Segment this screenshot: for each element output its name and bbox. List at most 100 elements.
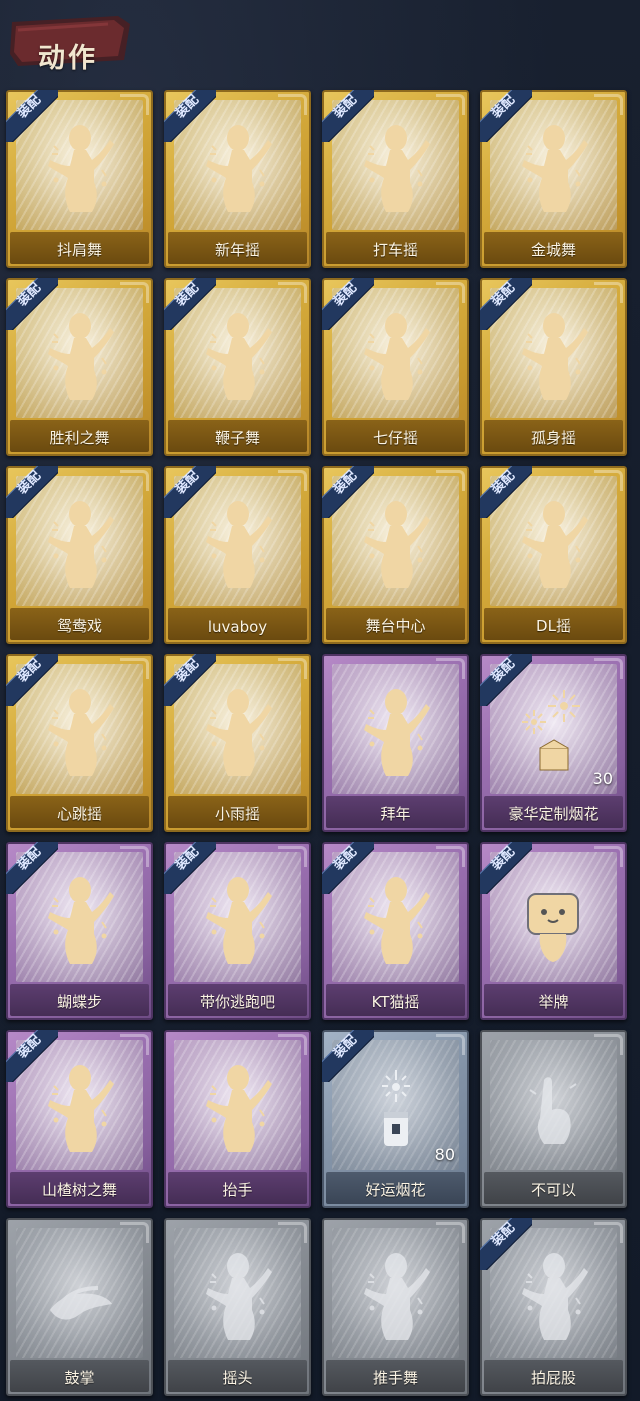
action-card-19[interactable]: KT猫摇 装配 xyxy=(322,842,469,1020)
action-card-6[interactable]: 鞭子舞 装配 xyxy=(164,278,311,456)
action-card-25[interactable]: 鼓掌 xyxy=(6,1218,153,1396)
equipped-badge: 装配 xyxy=(6,278,58,330)
action-card-28[interactable]: 拍屁股 装配 xyxy=(480,1218,627,1396)
action-name: 鞭子舞 xyxy=(214,429,260,447)
action-card-23[interactable]: 80 好运烟花 装配 xyxy=(322,1030,469,1208)
equipped-badge: 装配 xyxy=(164,278,216,330)
card-corner-ornament xyxy=(436,1034,465,1055)
equipped-badge: 装配 xyxy=(6,90,58,142)
action-name: 拜年 xyxy=(380,805,411,823)
action-card-1[interactable]: 抖肩舞 装配 xyxy=(6,90,153,268)
card-corner-ornament xyxy=(120,846,149,867)
card-corner-ornament xyxy=(120,1222,149,1243)
action-name: 好运烟花 xyxy=(365,1181,426,1199)
card-corner-ornament xyxy=(120,282,149,303)
equipped-badge: 装配 xyxy=(480,466,532,518)
equipped-badge: 装配 xyxy=(480,90,532,142)
card-corner-ornament xyxy=(120,470,149,491)
card-corner-ornament xyxy=(278,282,307,303)
action-card-8[interactable]: 孤身摇 装配 xyxy=(480,278,627,456)
header: 动作 xyxy=(0,0,640,80)
raise-hand-figure-icon xyxy=(198,1060,276,1160)
card-corner-ornament xyxy=(278,1222,307,1243)
action-card-2[interactable]: 新年摇 装配 xyxy=(164,90,311,268)
action-name: 鸳鸯戏 xyxy=(56,617,102,635)
card-corner-ornament xyxy=(436,94,465,115)
action-card-5[interactable]: 胜利之舞 装配 xyxy=(6,278,153,456)
card-corner-ornament xyxy=(594,658,623,679)
equipped-badge: 装配 xyxy=(322,1030,374,1082)
action-card-12[interactable]: DL摇 装配 xyxy=(480,466,627,644)
action-name: 抖肩舞 xyxy=(56,241,102,259)
card-corner-ornament xyxy=(278,94,307,115)
action-name: 鼓掌 xyxy=(64,1369,95,1387)
equipped-badge: 装配 xyxy=(322,278,374,330)
equipped-badge: 装配 xyxy=(322,466,374,518)
action-name: 推手舞 xyxy=(372,1369,418,1387)
action-name: 抬手 xyxy=(222,1181,253,1199)
item-count: 30 xyxy=(592,769,613,788)
action-name: luvaboy xyxy=(207,618,268,636)
equipped-badge: 装配 xyxy=(322,842,374,894)
action-name: 新年摇 xyxy=(214,241,260,259)
action-card-3[interactable]: 打车摇 装配 xyxy=(322,90,469,268)
action-card-27[interactable]: 推手舞 xyxy=(322,1218,469,1396)
action-card-13[interactable]: 心跳摇 装配 xyxy=(6,654,153,832)
equipped-badge: 装配 xyxy=(6,1030,58,1082)
card-corner-ornament xyxy=(594,1222,623,1243)
action-name: 金城舞 xyxy=(530,241,576,259)
item-count: 80 xyxy=(434,1145,455,1164)
shake-head-figure-icon xyxy=(198,1248,276,1348)
action-name: 山楂树之舞 xyxy=(41,1181,117,1199)
action-name: 摇头 xyxy=(222,1369,253,1387)
action-name: 小雨摇 xyxy=(214,805,260,823)
equipped-badge: 装配 xyxy=(164,90,216,142)
equipped-badge: 装配 xyxy=(480,654,532,706)
action-name: 豪华定制烟花 xyxy=(508,805,599,823)
action-card-9[interactable]: 鸳鸯戏 装配 xyxy=(6,466,153,644)
action-card-7[interactable]: 七仔摇 装配 xyxy=(322,278,469,456)
action-name: 拍屁股 xyxy=(530,1369,576,1387)
action-card-24[interactable]: 不可以 xyxy=(480,1030,627,1208)
card-corner-ornament xyxy=(594,94,623,115)
action-name: 打车摇 xyxy=(372,241,418,259)
action-name: KT猫摇 xyxy=(371,993,420,1011)
action-card-16[interactable]: 30 豪华定制烟花 装配 xyxy=(480,654,627,832)
action-card-26[interactable]: 摇头 xyxy=(164,1218,311,1396)
action-name: 带你逃跑吧 xyxy=(199,993,275,1011)
action-card-21[interactable]: 山楂树之舞 装配 xyxy=(6,1030,153,1208)
card-corner-ornament xyxy=(436,1222,465,1243)
action-card-20[interactable]: 举牌 装配 xyxy=(480,842,627,1020)
page-title: 动作 xyxy=(38,43,98,74)
equipped-badge: 装配 xyxy=(322,90,374,142)
action-card-18[interactable]: 带你逃跑吧 装配 xyxy=(164,842,311,1020)
action-card-22[interactable]: 抬手 xyxy=(164,1030,311,1208)
card-corner-ornament xyxy=(120,1034,149,1055)
equipped-badge: 装配 xyxy=(6,842,58,894)
action-card-17[interactable]: 蝴蝶步 装配 xyxy=(6,842,153,1020)
action-card-10[interactable]: luvaboy 装配 xyxy=(164,466,311,644)
action-card-4[interactable]: 金城舞 装配 xyxy=(480,90,627,268)
action-name: 七仔摇 xyxy=(372,429,418,447)
bow-figure-icon xyxy=(356,684,434,784)
action-name: 蝴蝶步 xyxy=(56,993,102,1011)
action-name: 心跳摇 xyxy=(56,805,102,823)
finger-wag-icon xyxy=(514,1060,592,1160)
action-card-11[interactable]: 舞台中心 装配 xyxy=(322,466,469,644)
card-corner-ornament xyxy=(436,846,465,867)
equipped-badge: 装配 xyxy=(164,466,216,518)
card-corner-ornament xyxy=(278,658,307,679)
action-name: DL摇 xyxy=(536,617,571,635)
card-corner-ornament xyxy=(594,846,623,867)
action-card-14[interactable]: 小雨摇 装配 xyxy=(164,654,311,832)
equipped-badge: 装配 xyxy=(164,842,216,894)
card-corner-ornament xyxy=(436,658,465,679)
action-name: 不可以 xyxy=(530,1181,576,1199)
equipped-badge: 装配 xyxy=(6,466,58,518)
action-card-15[interactable]: 拜年 xyxy=(322,654,469,832)
action-name: 舞台中心 xyxy=(365,617,426,635)
equipped-badge: 装配 xyxy=(164,654,216,706)
card-corner-ornament xyxy=(594,470,623,491)
push-hands-figure-icon xyxy=(356,1248,434,1348)
card-corner-ornament xyxy=(594,1034,623,1055)
